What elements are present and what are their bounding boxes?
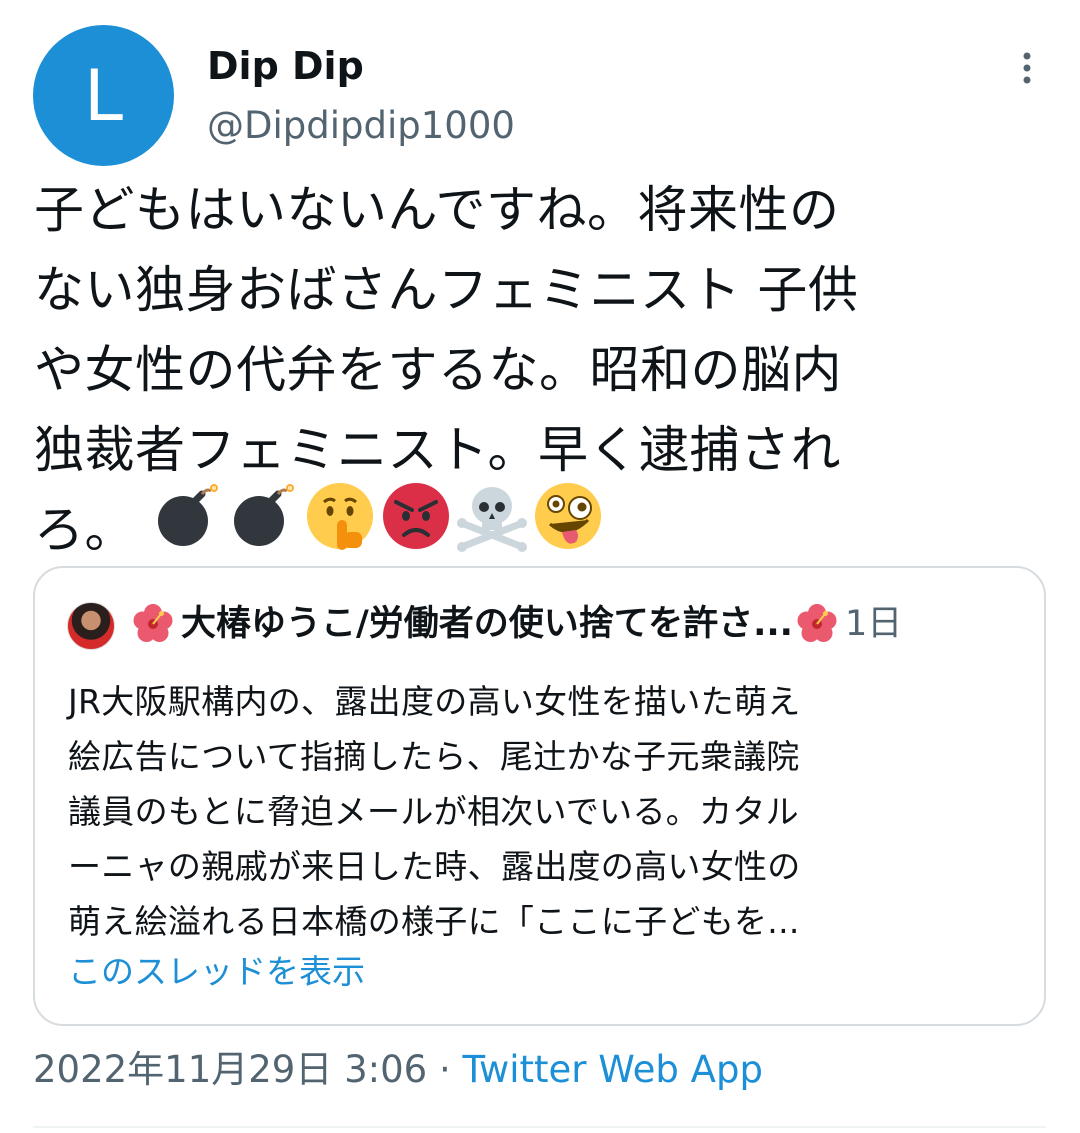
author-handle[interactable]: @Dipdipdip1000 (207, 102, 515, 150)
skull-and-crossbones-emoji (457, 487, 527, 552)
quoted-tweet-card[interactable]: 大椿ゆうこ/労働者の使い捨てを許さ... 1日 JR大阪駅構内の、露出度の高い女… (33, 566, 1046, 1026)
bomb-emoji (234, 484, 294, 546)
quoted-author-avatar (67, 602, 115, 650)
more-options-icon[interactable] (1012, 48, 1042, 88)
zany-face-emoji (535, 483, 601, 549)
tweet-timestamp[interactable]: 2022年11月29日 3:06 (33, 1048, 427, 1091)
quoted-tweet-header: 大椿ゆうこ/労働者の使い捨てを許さ... 1日 (131, 600, 902, 648)
avatar-letter: L (84, 54, 123, 137)
hibiscus-icon (133, 604, 173, 642)
author-avatar[interactable]: L (33, 25, 174, 166)
angry-face-emoji (383, 483, 449, 549)
shushing-face-emoji (307, 483, 373, 550)
author-display-name[interactable]: Dip Dip (207, 42, 364, 90)
quoted-author-name: 大椿ゆうこ/労働者の使い捨てを許さ... (181, 604, 793, 644)
bomb-emoji (158, 484, 218, 546)
tweet-metadata: 2022年11月29日 3:06 · Twitter Web App (33, 1044, 763, 1096)
meta-separator: · (427, 1048, 463, 1091)
tweet-source-link[interactable]: Twitter Web App (462, 1048, 762, 1091)
quoted-tweet-text: JR大阪駅構内の、露出度の高い女性を描いた萌え 絵広告について指摘したら、尾辻か… (68, 682, 801, 941)
quoted-tweet-time: 1日 (844, 604, 903, 644)
tweet-emoji-row (152, 478, 604, 554)
hibiscus-icon (797, 604, 837, 642)
divider (33, 1126, 1046, 1128)
show-thread-link[interactable]: このスレッドを表示 (68, 948, 365, 996)
